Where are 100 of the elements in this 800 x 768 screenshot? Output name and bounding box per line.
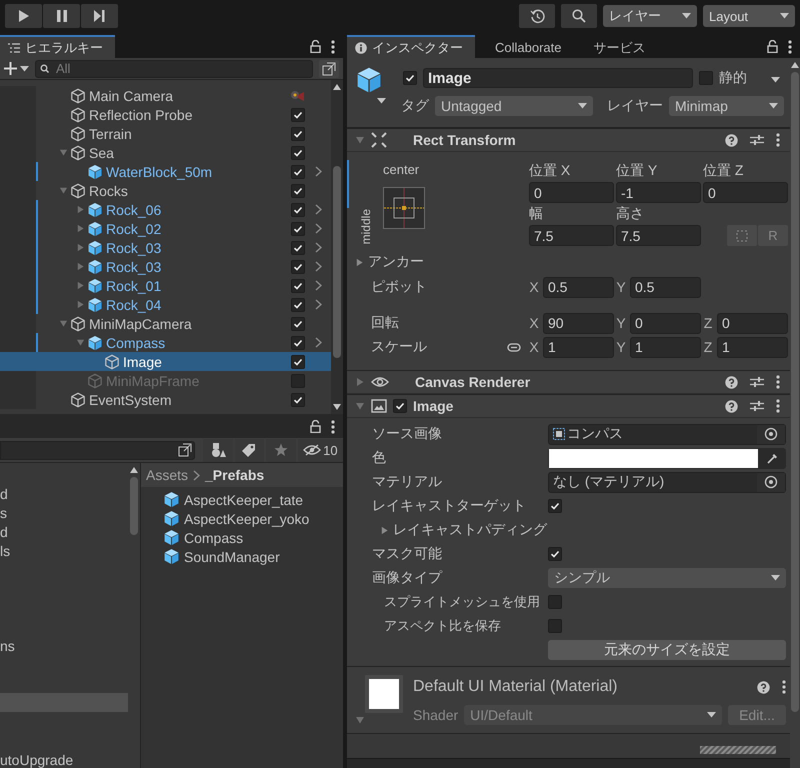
native-size-button[interactable]: 元来のサイズを設定 [548, 640, 786, 660]
checkbox[interactable] [291, 392, 305, 406]
asset-name[interactable]: SoundManager [184, 548, 280, 564]
search-button[interactable] [561, 4, 597, 28]
object-picker-icon[interactable] [764, 427, 778, 441]
number-field[interactable]: 0 [529, 182, 614, 203]
foldout-label[interactable]: アンカー [368, 253, 424, 271]
hierarchy-tab[interactable]: ヒエラルキー [0, 35, 115, 58]
chevron-right-icon[interactable] [314, 223, 322, 234]
scroll-up-icon[interactable] [333, 84, 341, 90]
lock-icon[interactable] [767, 40, 778, 53]
asset-name[interactable]: Compass [184, 530, 244, 546]
checkbox[interactable] [393, 399, 407, 413]
number-field[interactable]: 7.5 [616, 225, 701, 246]
color-swatch[interactable] [549, 448, 758, 468]
menu-icon[interactable] [776, 399, 780, 413]
number-field[interactable]: 0.5 [630, 276, 701, 298]
scroll-thumb[interactable] [791, 72, 799, 712]
checkbox[interactable] [291, 222, 305, 236]
number-field[interactable]: -1 [616, 182, 701, 203]
scene-view-button[interactable] [319, 60, 339, 78]
lock-icon[interactable] [310, 40, 321, 53]
pause-button[interactable] [43, 4, 80, 28]
asset-name[interactable]: AspectKeeper_tate [184, 492, 304, 508]
inspector-tab[interactable]: インスペクター [347, 35, 475, 58]
component-header[interactable]: Rect Transform [347, 128, 790, 152]
component-header[interactable]: Canvas Renderer [347, 370, 790, 394]
scroll-thumb[interactable] [333, 166, 341, 358]
checkbox[interactable] [291, 316, 305, 330]
scroll-up-icon[interactable] [130, 467, 138, 473]
layer-dropdown[interactable]: Minimap [669, 96, 784, 116]
number-field[interactable]: 90 [543, 312, 614, 334]
layers-dropdown[interactable]: レイヤー [603, 5, 697, 27]
checkbox[interactable] [291, 164, 305, 178]
checkbox[interactable] [291, 108, 305, 122]
scroll-thumb[interactable] [130, 477, 138, 535]
blueprint-mode-button[interactable] [727, 225, 757, 246]
number-field[interactable]: 0 [703, 182, 788, 203]
chevron-right-icon[interactable] [314, 166, 322, 177]
object-picker-icon[interactable] [764, 475, 778, 489]
checkbox[interactable] [291, 354, 305, 368]
checkbox[interactable] [291, 374, 305, 388]
checkbox[interactable] [291, 278, 305, 292]
type-filter-button[interactable] [203, 438, 233, 462]
menu-icon[interactable] [331, 420, 335, 434]
chevron-right-icon[interactable] [314, 204, 322, 215]
history-button[interactable] [519, 4, 555, 28]
menu-icon[interactable] [776, 375, 780, 389]
foldout-label[interactable]: レイキャストパディング [393, 521, 547, 539]
chevron-right-icon[interactable] [314, 242, 322, 253]
help-icon[interactable] [725, 400, 738, 412]
breadcrumb-link[interactable]: Assets [146, 467, 188, 483]
checkbox[interactable] [291, 240, 305, 254]
inspector-tab[interactable]: サービス [574, 35, 658, 58]
favorite-button[interactable] [266, 438, 296, 462]
chevron-right-icon[interactable] [314, 280, 322, 291]
scene-view-icon[interactable] [178, 443, 192, 457]
scrollbar[interactable] [331, 80, 343, 414]
number-field[interactable]: 0 [717, 312, 788, 334]
menu-icon[interactable] [788, 40, 792, 54]
label-filter-button[interactable] [234, 438, 264, 462]
menu-icon[interactable] [776, 133, 780, 147]
play-button[interactable] [5, 4, 42, 28]
expand-arrow-icon[interactable] [380, 526, 389, 534]
number-field[interactable]: 0 [630, 312, 701, 334]
number-field[interactable]: 0.5 [543, 276, 614, 298]
number-field[interactable]: 1 [717, 336, 788, 358]
number-field[interactable]: 7.5 [529, 225, 614, 246]
checkbox[interactable] [291, 126, 305, 140]
checkbox[interactable] [548, 619, 562, 633]
help-icon[interactable] [725, 134, 738, 146]
checkbox[interactable] [699, 71, 713, 85]
checkbox[interactable] [548, 547, 562, 561]
link-icon[interactable] [507, 342, 521, 352]
dropdown[interactable]: シンプル [548, 568, 786, 588]
menu-icon[interactable] [782, 680, 786, 694]
expand-arrow-icon[interactable] [355, 258, 364, 266]
chevron-right-icon[interactable] [314, 261, 322, 272]
checkbox[interactable] [403, 71, 417, 85]
scroll-up-icon[interactable] [791, 62, 799, 68]
checkbox[interactable] [291, 260, 305, 274]
layout-dropdown[interactable]: Layout [703, 5, 795, 27]
component-header[interactable]: Image [347, 394, 790, 418]
eyedropper-icon[interactable] [766, 452, 778, 464]
help-icon[interactable] [725, 376, 738, 388]
breadcrumb-link[interactable]: _Prefabs [205, 467, 264, 483]
checkbox[interactable] [291, 184, 305, 198]
checkbox[interactable] [291, 202, 305, 216]
sliders-icon[interactable] [750, 400, 764, 412]
lock-icon[interactable] [310, 420, 321, 433]
menu-icon[interactable] [331, 40, 335, 54]
number-field[interactable]: 1 [543, 336, 614, 358]
chevron-right-icon[interactable] [314, 299, 322, 310]
checkbox[interactable] [291, 298, 305, 312]
search-field[interactable] [0, 440, 196, 460]
checkbox[interactable] [291, 336, 305, 350]
step-button[interactable] [81, 4, 118, 28]
hidden-packages-button[interactable]: 10 [298, 438, 343, 462]
chevron-right-icon[interactable] [314, 337, 322, 348]
checkbox[interactable] [548, 595, 562, 609]
